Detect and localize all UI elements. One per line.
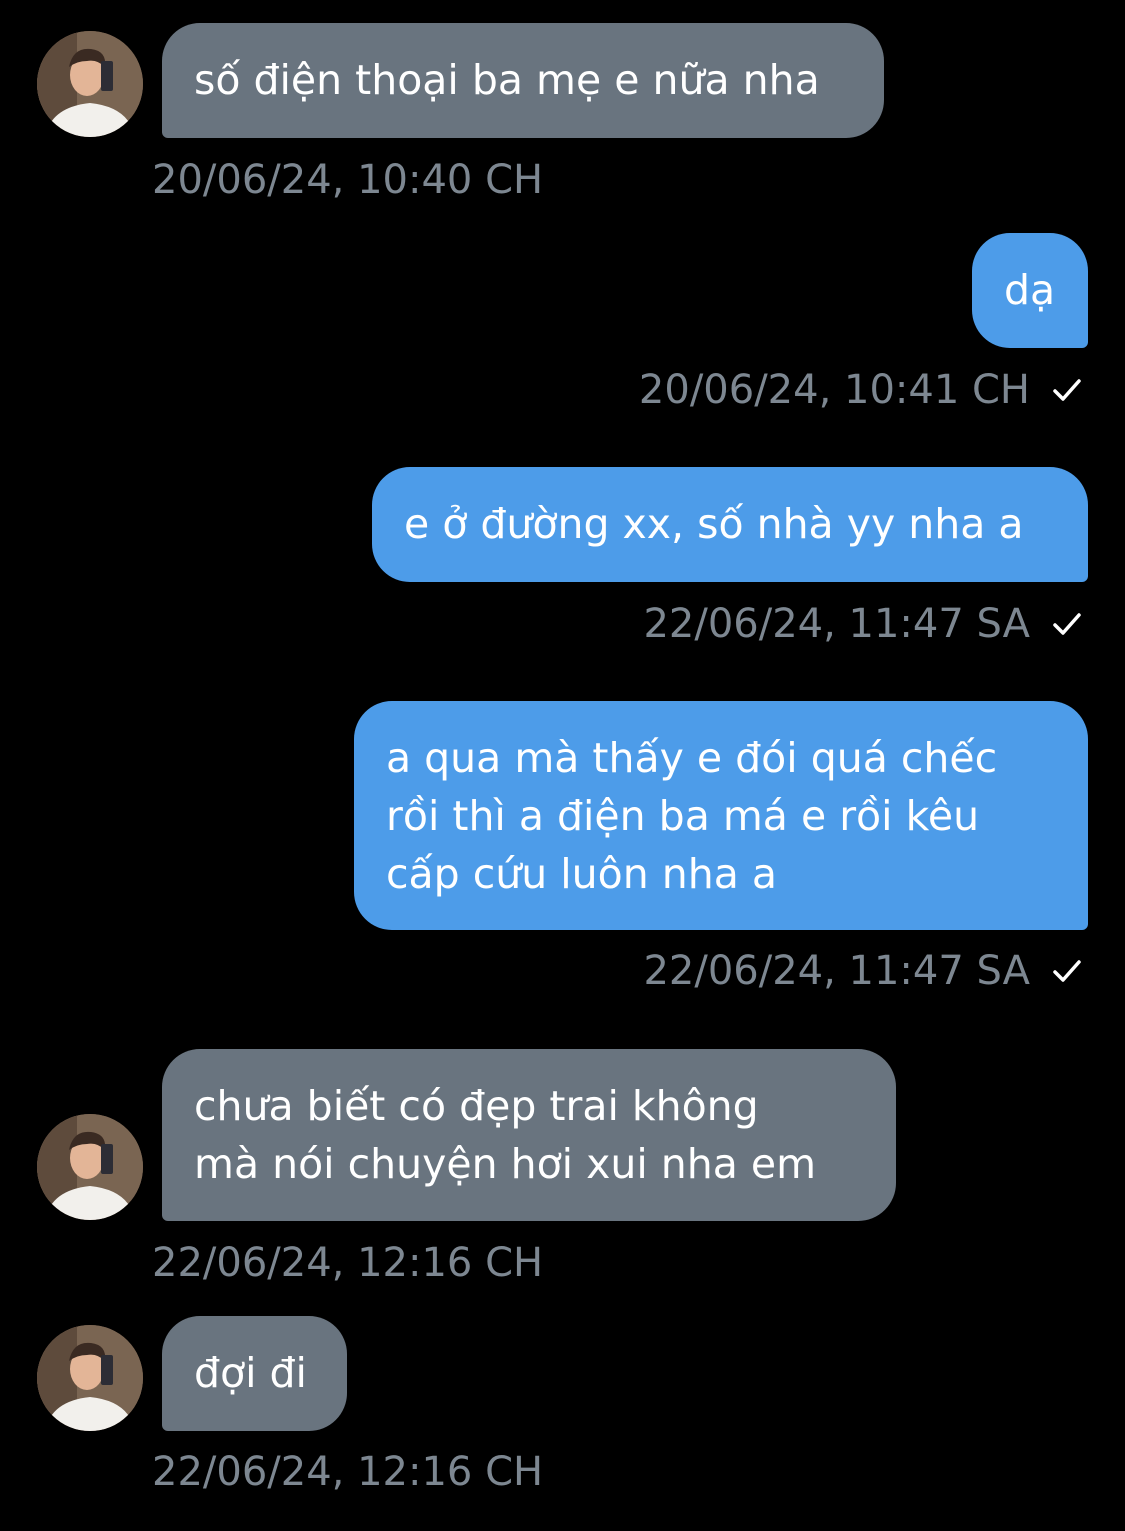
message-text-line: chưa biết có đẹp trai không — [194, 1082, 759, 1130]
check-icon — [1053, 960, 1081, 982]
message-bubble-incoming[interactable]: đợi đi — [162, 1316, 347, 1431]
user-avatar-icon — [37, 1325, 143, 1431]
user-avatar-icon — [37, 31, 143, 137]
message-bubble-outgoing[interactable]: dạ — [972, 233, 1088, 348]
message-text: dạ — [1004, 266, 1056, 314]
message-text-line: rồi thì a điện ba má e rồi kêu — [386, 792, 980, 840]
message-timestamp: 22/06/24, 11:47 SA — [643, 948, 1030, 994]
check-icon — [1053, 613, 1081, 635]
message-text: e ở đường xx, số nhà yy nha a — [404, 500, 1024, 548]
message-bubble-incoming[interactable]: số điện thoại ba mẹ e nữa nha — [162, 23, 884, 138]
message-text-line: cấp cứu luôn nha a — [386, 850, 778, 898]
message-text: số điện thoại ba mẹ e nữa nha — [194, 56, 820, 104]
message-thread: số điện thoại ba mẹ e nữa nha 20/06/24, … — [0, 0, 1125, 1531]
contact-avatar[interactable] — [37, 31, 143, 137]
user-avatar-icon — [37, 1114, 143, 1220]
message-timestamp: 20/06/24, 10:41 CH — [638, 367, 1030, 413]
contact-avatar[interactable] — [37, 1114, 143, 1220]
check-icon — [1053, 379, 1081, 401]
message-timestamp: 22/06/24, 11:47 SA — [643, 601, 1030, 647]
message-text-line: mà nói chuyện hơi xui nha em — [194, 1140, 817, 1188]
message-text-line: a qua mà thấy e đói quá chếc — [386, 734, 998, 782]
message-bubble-outgoing[interactable]: e ở đường xx, số nhà yy nha a — [372, 467, 1088, 582]
contact-avatar[interactable] — [37, 1325, 143, 1431]
message-bubble-incoming[interactable]: chưa biết có đẹp trai không mà nói chuyệ… — [162, 1049, 896, 1221]
message-timestamp: 20/06/24, 10:40 CH — [152, 157, 544, 203]
message-timestamp: 22/06/24, 12:16 CH — [152, 1240, 544, 1286]
message-text: đợi đi — [194, 1349, 307, 1397]
message-bubble-outgoing[interactable]: a qua mà thấy e đói quá chếc rồi thì a đ… — [354, 701, 1088, 930]
message-timestamp: 22/06/24, 12:16 CH — [152, 1449, 544, 1495]
